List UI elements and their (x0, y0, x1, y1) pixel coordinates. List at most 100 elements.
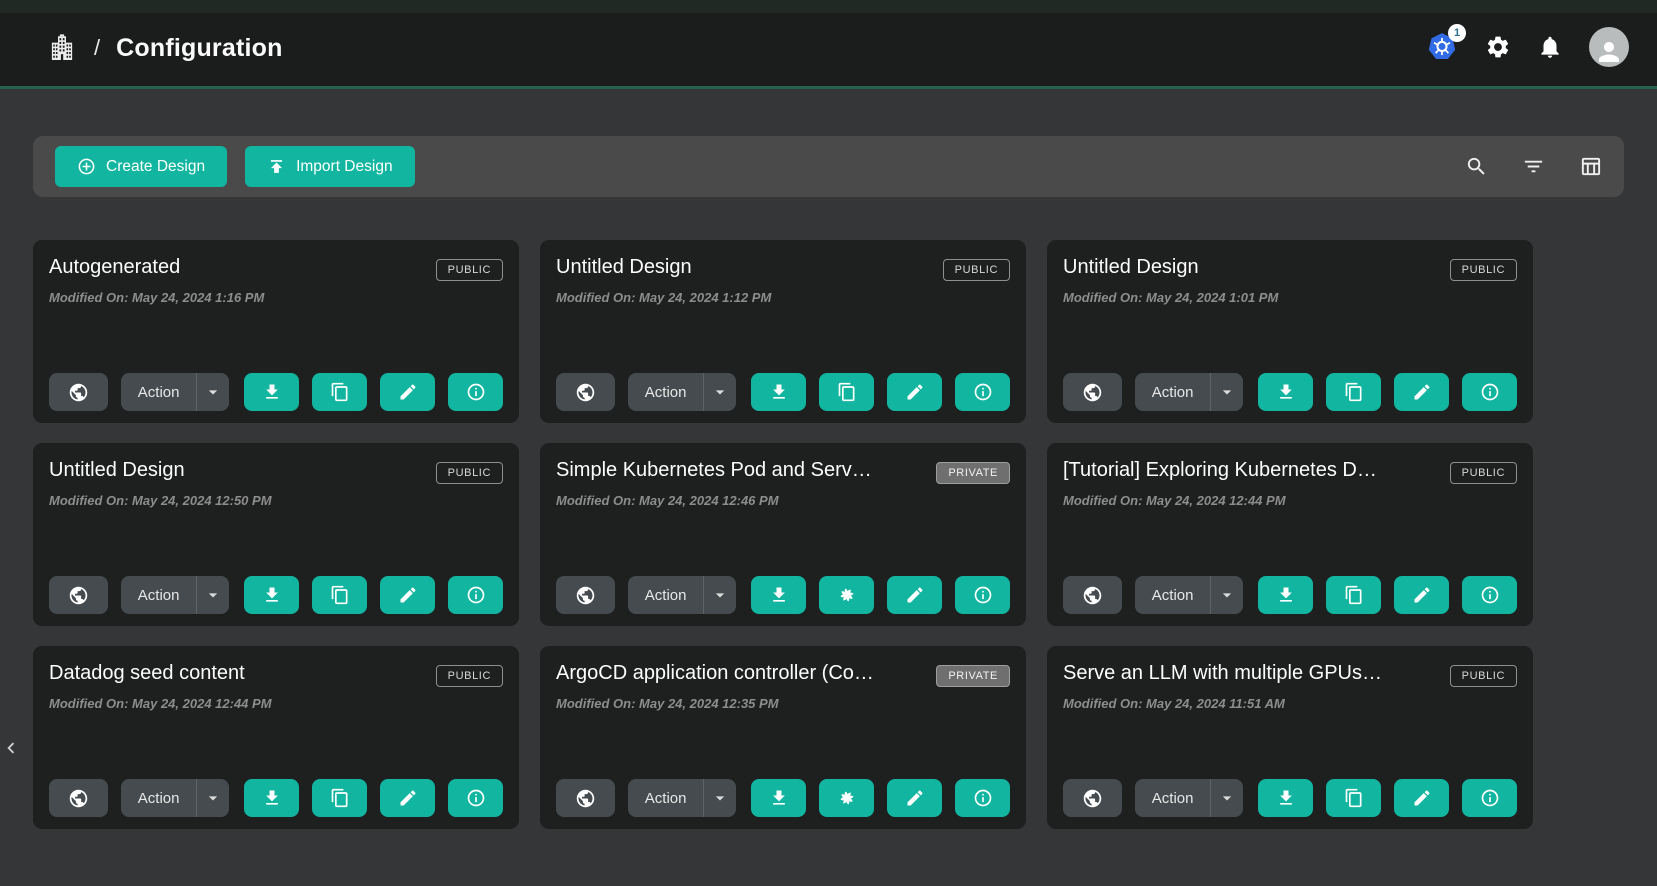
settings-icon[interactable] (1485, 34, 1511, 60)
design-card: [Tutorial] Exploring Kubernetes D… PUBLI… (1047, 443, 1533, 626)
kubernetes-context-button[interactable]: 1 (1425, 31, 1459, 63)
download-button[interactable] (244, 779, 299, 817)
info-button[interactable] (1462, 576, 1517, 614)
filter-icon[interactable] (1522, 155, 1545, 178)
visibility-toggle-button[interactable] (49, 576, 108, 614)
info-button[interactable] (1462, 373, 1517, 411)
info-button[interactable] (448, 373, 503, 411)
action-dropdown-button[interactable] (1210, 373, 1243, 411)
clone-button[interactable] (312, 779, 367, 817)
download-button[interactable] (1258, 576, 1313, 614)
design-grid: Autogenerated PUBLIC Modified On: May 24… (33, 240, 1657, 829)
visibility-toggle-button[interactable] (49, 779, 108, 817)
edit-button[interactable] (887, 576, 942, 614)
download-button[interactable] (1258, 779, 1313, 817)
clone-button[interactable] (1326, 373, 1381, 411)
info-button[interactable] (955, 779, 1010, 817)
design-title: Simple Kubernetes Pod and Serv… (556, 459, 872, 482)
create-design-button[interactable]: Create Design (55, 146, 227, 187)
visibility-toggle-button[interactable] (556, 576, 615, 614)
modified-timestamp: Modified On: May 24, 2024 12:46 PM (556, 493, 1010, 508)
action-button[interactable]: Action (1135, 779, 1211, 817)
visibility-badge: PRIVATE (936, 462, 1010, 484)
info-button[interactable] (955, 576, 1010, 614)
visibility-toggle-button[interactable] (49, 373, 108, 411)
edit-button[interactable] (1394, 576, 1449, 614)
visibility-toggle-button[interactable] (556, 779, 615, 817)
clone-button[interactable] (1326, 779, 1381, 817)
upload-icon (267, 157, 286, 176)
edit-button[interactable] (887, 373, 942, 411)
info-button[interactable] (955, 373, 1010, 411)
globe-icon (1082, 585, 1103, 606)
edit-button[interactable] (887, 779, 942, 817)
action-button[interactable]: Action (628, 779, 704, 817)
visibility-badge: PUBLIC (436, 462, 503, 484)
download-icon (262, 585, 282, 605)
action-button[interactable]: Action (121, 373, 197, 411)
visibility-toggle-button[interactable] (1063, 779, 1122, 817)
action-dropdown-button[interactable] (703, 779, 736, 817)
edit-button[interactable] (380, 779, 435, 817)
action-dropdown-button[interactable] (1210, 576, 1243, 614)
action-dropdown-button[interactable] (196, 779, 229, 817)
edit-button[interactable] (1394, 373, 1449, 411)
visibility-toggle-button[interactable] (1063, 576, 1122, 614)
download-button[interactable] (244, 373, 299, 411)
edit-button[interactable] (1394, 779, 1449, 817)
info-icon (466, 788, 486, 808)
action-dropdown-button[interactable] (703, 373, 736, 411)
globe-icon (575, 382, 596, 403)
design-title: Untitled Design (556, 256, 692, 279)
search-icon[interactable] (1465, 155, 1488, 178)
app-header: / Configuration 1 (0, 0, 1657, 89)
design-card: ArgoCD application controller (Co… PRIVA… (540, 646, 1026, 829)
info-button[interactable] (448, 576, 503, 614)
clone-button[interactable] (312, 576, 367, 614)
visibility-badge: PUBLIC (436, 259, 503, 281)
avatar[interactable] (1589, 27, 1629, 67)
visibility-toggle-button[interactable] (556, 373, 615, 411)
action-button[interactable]: Action (1135, 373, 1211, 411)
action-button[interactable]: Action (1135, 576, 1211, 614)
info-icon (466, 585, 486, 605)
visibility-badge: PUBLIC (943, 259, 1010, 281)
download-button[interactable] (751, 576, 806, 614)
action-dropdown-button[interactable] (1210, 779, 1243, 817)
download-button[interactable] (244, 576, 299, 614)
open-in-designer-button[interactable] (819, 779, 874, 817)
action-dropdown-button[interactable] (703, 576, 736, 614)
breadcrumb-separator: / (94, 35, 100, 61)
download-button[interactable] (751, 373, 806, 411)
action-dropdown-button[interactable] (196, 373, 229, 411)
import-design-button[interactable]: Import Design (245, 146, 414, 187)
clone-button[interactable] (312, 373, 367, 411)
edit-button[interactable] (380, 373, 435, 411)
action-button[interactable]: Action (628, 373, 704, 411)
action-button[interactable]: Action (628, 576, 704, 614)
design-card: Untitled Design PUBLIC Modified On: May … (540, 240, 1026, 423)
design-title: ArgoCD application controller (Co… (556, 662, 874, 685)
clone-button[interactable] (819, 373, 874, 411)
table-view-icon[interactable] (1579, 155, 1602, 178)
action-button[interactable]: Action (121, 779, 197, 817)
visibility-toggle-button[interactable] (1063, 373, 1122, 411)
notifications-icon[interactable] (1537, 34, 1563, 60)
download-button[interactable] (751, 779, 806, 817)
download-icon (262, 382, 282, 402)
clone-button[interactable] (1326, 576, 1381, 614)
design-card: Datadog seed content PUBLIC Modified On:… (33, 646, 519, 829)
edit-icon (398, 382, 418, 402)
design-card: Serve an LLM with multiple GPUs… PUBLIC … (1047, 646, 1533, 829)
info-button[interactable] (1462, 779, 1517, 817)
sidebar-collapse-button[interactable] (0, 733, 22, 763)
action-button[interactable]: Action (121, 576, 197, 614)
edit-button[interactable] (380, 576, 435, 614)
design-card: Simple Kubernetes Pod and Serv… PRIVATE … (540, 443, 1026, 626)
edit-icon (905, 382, 925, 402)
download-button[interactable] (1258, 373, 1313, 411)
info-button[interactable] (448, 779, 503, 817)
action-dropdown-button[interactable] (196, 576, 229, 614)
person-icon (1594, 37, 1624, 67)
open-in-designer-button[interactable] (819, 576, 874, 614)
